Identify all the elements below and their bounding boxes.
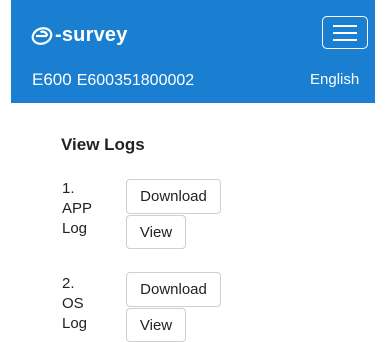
device-serial: E600351800002 [76, 72, 195, 89]
e-logo-icon [31, 26, 53, 45]
view-app-log-button[interactable]: View [126, 215, 186, 249]
brand-name: -survey [55, 24, 128, 46]
view-os-log-button[interactable]: View [126, 308, 186, 342]
log-name: OS [62, 295, 84, 312]
log-number: 1. [62, 180, 75, 197]
brand[interactable]: -survey [31, 24, 128, 47]
page-title: View Logs [61, 135, 145, 154]
device-model: E600 [32, 70, 72, 89]
device-info: E600 E600351800002 [32, 70, 194, 90]
menu-toggle-button[interactable] [322, 16, 368, 49]
log-name: APP [62, 200, 93, 217]
log-label-app: 1. APP Log [62, 179, 112, 239]
hamburger-icon [333, 24, 357, 41]
app-header: -survey E600 E600351800002 English [11, 0, 375, 103]
log-name-suffix: Log [62, 315, 88, 332]
log-name-suffix: Log [62, 220, 88, 237]
language-selector[interactable]: English [310, 71, 359, 88]
download-app-log-button[interactable]: Download [126, 179, 221, 214]
download-os-log-button[interactable]: Download [126, 272, 221, 307]
log-label-os: 2. OS Log [62, 274, 112, 334]
log-number: 2. [62, 275, 75, 292]
